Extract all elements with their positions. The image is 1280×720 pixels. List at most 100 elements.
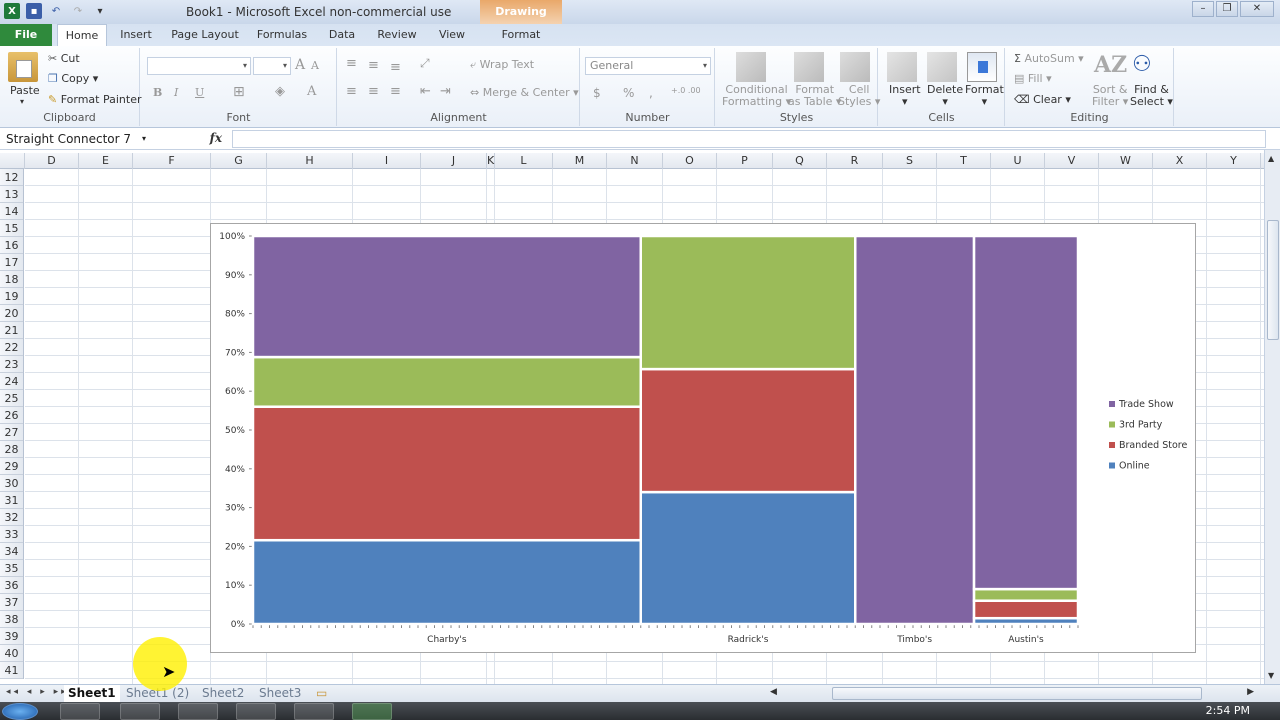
column-header-g[interactable]: G: [211, 153, 267, 169]
scroll-left-icon[interactable]: ◀: [770, 687, 777, 697]
row-header-17[interactable]: 17: [0, 254, 23, 271]
row-header-25[interactable]: 25: [0, 390, 23, 407]
horizontal-scrollbar[interactable]: ◀ ▶: [760, 687, 1260, 700]
sheet-tab-sheet2[interactable]: Sheet2: [202, 685, 244, 702]
grow-font-button[interactable]: A: [295, 57, 305, 73]
undo-icon[interactable]: ↶: [48, 3, 64, 19]
number-format-combo[interactable]: General ▾: [585, 57, 711, 75]
column-header-v[interactable]: V: [1045, 153, 1099, 169]
row-header-29[interactable]: 29: [0, 458, 23, 475]
sheet-tab-sheet1[interactable]: Sheet1: [64, 685, 120, 702]
taskbar-clock[interactable]: 2:54 PM: [1206, 704, 1250, 717]
minimize-button[interactable]: –: [1192, 1, 1214, 17]
orientation-icon[interactable]: ⤢: [420, 56, 430, 71]
column-header-w[interactable]: W: [1099, 153, 1153, 169]
row-header-23[interactable]: 23: [0, 356, 23, 373]
row-header-38[interactable]: 38: [0, 611, 23, 628]
formula-input[interactable]: [232, 130, 1266, 148]
sheet-nav-arrows[interactable]: ◂◂ ◂ ▸ ▸▸: [6, 687, 69, 697]
row-header-16[interactable]: 16: [0, 237, 23, 254]
restore-button[interactable]: ❐: [1216, 1, 1238, 17]
column-header-m[interactable]: M: [553, 153, 607, 169]
align-center-icon[interactable]: ≡: [368, 84, 379, 99]
align-left-icon[interactable]: ≡: [346, 84, 357, 99]
column-header-n[interactable]: N: [607, 153, 663, 169]
column-header-h[interactable]: H: [267, 153, 353, 169]
sheet-tab-sheet3[interactable]: Sheet3: [259, 685, 301, 702]
align-right-icon[interactable]: ≡: [390, 84, 401, 99]
row-header-18[interactable]: 18: [0, 271, 23, 288]
column-header-f[interactable]: F: [133, 153, 211, 169]
row-header-33[interactable]: 33: [0, 526, 23, 543]
row-header-21[interactable]: 21: [0, 322, 23, 339]
autosum-button[interactable]: Σ AutoSum ▾: [1014, 52, 1084, 65]
conditional-formatting-button[interactable]: Conditional Formatting ▾: [722, 84, 791, 108]
scroll-up-icon[interactable]: ▲: [1268, 154, 1274, 163]
taskbar-ie-icon[interactable]: [60, 703, 100, 720]
row-header-28[interactable]: 28: [0, 441, 23, 458]
increase-indent-icon[interactable]: ⇥: [440, 84, 451, 99]
row-header-39[interactable]: 39: [0, 628, 23, 645]
tab-view[interactable]: View: [432, 24, 472, 46]
tab-page-layout[interactable]: Page Layout: [168, 24, 242, 46]
column-header-e[interactable]: E: [79, 153, 133, 169]
taskbar-chrome-icon[interactable]: [178, 703, 218, 720]
row-header-24[interactable]: 24: [0, 373, 23, 390]
italic-button[interactable]: I: [174, 86, 178, 99]
taskbar-explorer-icon[interactable]: [236, 703, 276, 720]
copy-button[interactable]: ❐ Copy ▾: [48, 72, 98, 85]
row-header-15[interactable]: 15: [0, 220, 23, 237]
select-all-corner[interactable]: [0, 153, 25, 169]
column-header-o[interactable]: O: [663, 153, 717, 169]
column-header-l[interactable]: L: [495, 153, 553, 169]
column-header-s[interactable]: S: [883, 153, 937, 169]
decrease-indent-icon[interactable]: ⇤: [420, 84, 431, 99]
tab-formulas[interactable]: Formulas: [252, 24, 312, 46]
underline-button[interactable]: U: [195, 86, 204, 99]
tab-file[interactable]: File: [0, 24, 52, 46]
column-header-u[interactable]: U: [991, 153, 1045, 169]
paste-dropdown-icon[interactable]: ▾: [20, 97, 24, 106]
row-header-36[interactable]: 36: [0, 577, 23, 594]
row-header-34[interactable]: 34: [0, 543, 23, 560]
name-box[interactable]: Straight Connector 7 ▾: [2, 130, 150, 148]
column-header-r[interactable]: R: [827, 153, 883, 169]
row-header-31[interactable]: 31: [0, 492, 23, 509]
find-select-button[interactable]: Find & Select ▾: [1130, 84, 1173, 108]
column-header-k[interactable]: K: [487, 153, 495, 169]
taskbar-app-icon[interactable]: [294, 703, 334, 720]
vertical-scroll-thumb[interactable]: [1267, 220, 1279, 340]
comma-button[interactable]: ,: [649, 86, 653, 100]
fill-button[interactable]: ▤ Fill ▾: [1014, 72, 1052, 85]
currency-button[interactable]: $: [593, 86, 601, 100]
scroll-right-icon[interactable]: ▶: [1247, 687, 1254, 697]
scroll-down-icon[interactable]: ▼: [1268, 671, 1274, 680]
column-header-y[interactable]: Y: [1207, 153, 1261, 169]
percent-button[interactable]: %: [623, 86, 634, 100]
row-header-12[interactable]: 12: [0, 169, 23, 186]
tab-data[interactable]: Data: [322, 24, 362, 46]
column-header-d[interactable]: D: [25, 153, 79, 169]
cut-button[interactable]: ✂ Cut: [48, 52, 80, 65]
tab-format[interactable]: Format: [480, 24, 562, 46]
row-header-32[interactable]: 32: [0, 509, 23, 526]
format-as-table-button[interactable]: Format as Table ▾: [788, 84, 841, 108]
tab-review[interactable]: Review: [372, 24, 422, 46]
start-button[interactable]: [2, 703, 38, 720]
tab-home[interactable]: Home: [57, 24, 107, 46]
cell-styles-button[interactable]: Cell Styles ▾: [838, 84, 880, 108]
row-header-13[interactable]: 13: [0, 186, 23, 203]
bold-button[interactable]: B: [153, 86, 162, 99]
save-icon[interactable]: ▪: [26, 3, 42, 19]
fill-color-icon[interactable]: ◈: [275, 84, 285, 99]
insert-sheet-icon[interactable]: ▭: [316, 685, 327, 702]
vertical-scrollbar[interactable]: ▲ ▼: [1264, 150, 1280, 684]
tab-insert[interactable]: Insert: [114, 24, 158, 46]
shrink-font-button[interactable]: A: [311, 59, 319, 72]
borders-icon[interactable]: ⊞: [233, 84, 245, 100]
sort-filter-button[interactable]: Sort & Filter ▾: [1092, 84, 1128, 108]
wrap-text-button[interactable]: ⤶ Wrap Text: [470, 58, 534, 72]
clear-button[interactable]: ⌫ Clear ▾: [1014, 93, 1071, 106]
merge-center-button[interactable]: ⇔ Merge & Center ▾: [470, 86, 579, 99]
row-header-27[interactable]: 27: [0, 424, 23, 441]
